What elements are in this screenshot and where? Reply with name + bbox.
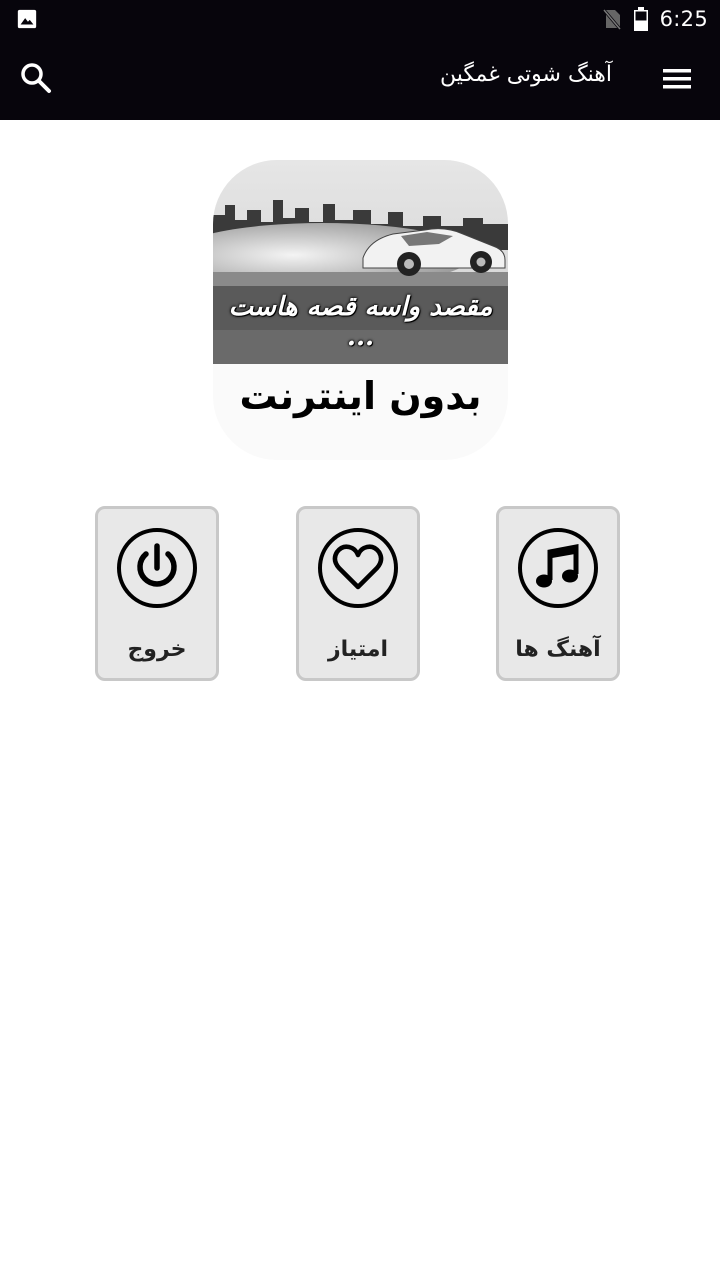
image-icon	[17, 9, 37, 29]
clock: 6:25	[659, 7, 708, 31]
songs-label: آهنگ ها	[515, 637, 601, 662]
app-banner-image: مقصد واسه قصه هاست ... بدون اینترنت	[213, 160, 508, 460]
battery-icon	[633, 7, 648, 31]
rate-label: امتیاز	[327, 637, 389, 662]
status-bar: 6:25	[0, 0, 720, 38]
no-sim-icon	[602, 9, 621, 30]
banner-bottom-text: بدون اینترنت	[239, 374, 482, 418]
heart-icon	[318, 528, 398, 608]
banner-caption: مقصد واسه قصه هاست ...	[228, 292, 493, 352]
exit-label: خروج	[127, 637, 187, 662]
menu-icon[interactable]	[660, 62, 696, 96]
music-note-icon	[518, 528, 598, 608]
rate-button[interactable]: امتیاز	[296, 506, 420, 681]
songs-button[interactable]: آهنگ ها	[496, 506, 620, 681]
exit-button[interactable]: خروج	[95, 506, 219, 681]
search-icon[interactable]	[18, 60, 54, 96]
app-bar: آهنگ شوتی غمگین	[0, 38, 720, 120]
app-title: آهنگ شوتی غمگین	[439, 62, 612, 87]
power-icon	[117, 528, 197, 608]
